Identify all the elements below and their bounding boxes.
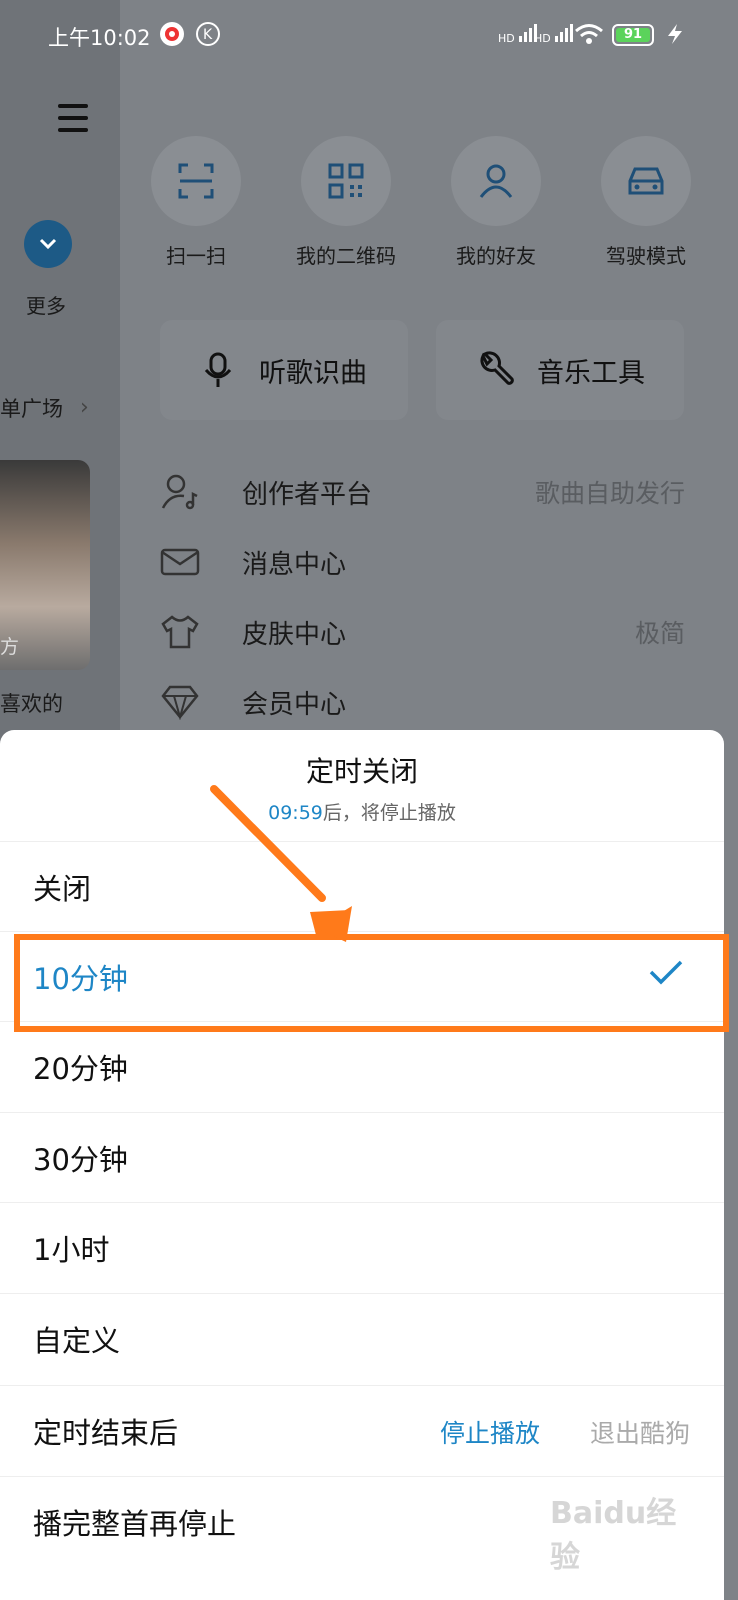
menu-label: 会员中心 bbox=[242, 689, 347, 720]
menu-message-center[interactable]: 消息中心 bbox=[160, 537, 685, 587]
after-end-row: 定时结束后 停止播放 退出酷狗 bbox=[0, 1385, 724, 1476]
hd-label-1: HD bbox=[498, 32, 515, 45]
timer-option-1hour[interactable]: 1小时 bbox=[0, 1202, 724, 1293]
shirt-icon bbox=[161, 615, 199, 649]
exit-app-choice[interactable]: 退出酷狗 bbox=[590, 1414, 690, 1450]
quick-action-label: 我的好友 bbox=[456, 244, 536, 268]
chevron-down-icon bbox=[39, 238, 57, 250]
after-end-label: 定时结束后 bbox=[33, 1416, 179, 1450]
quick-action-label: 我的二维码 bbox=[296, 244, 396, 268]
annotation-highlight-box bbox=[14, 934, 729, 1032]
qrcode-icon bbox=[328, 163, 364, 199]
sheet-title: 定时关闭 bbox=[305, 755, 418, 788]
menu-right-text: 极简 bbox=[634, 619, 685, 648]
finish-song-label: 播完整首再停止 bbox=[33, 1507, 237, 1541]
status-time: 上午10:02 bbox=[48, 26, 151, 50]
timer-option-custom[interactable]: 自定义 bbox=[0, 1293, 724, 1384]
diamond-icon bbox=[161, 685, 199, 720]
mic-icon bbox=[204, 352, 232, 387]
timer-option-20min[interactable]: 20分钟 bbox=[0, 1021, 724, 1112]
car-icon bbox=[628, 167, 664, 195]
quick-action-scan[interactable]: 扫一扫 bbox=[151, 136, 241, 269]
timer-close-sheet: 定时关闭 09:59后，将停止播放 关闭 10分钟 20分钟 30分钟 1小时 … bbox=[0, 730, 724, 1600]
scan-icon bbox=[178, 163, 214, 199]
timer-option-30min[interactable]: 30分钟 bbox=[0, 1112, 724, 1203]
quick-action-qrcode[interactable]: 我的二维码 bbox=[296, 136, 396, 269]
option-label: 30分钟 bbox=[33, 1143, 128, 1177]
quick-action-label: 驾驶模式 bbox=[606, 244, 686, 268]
remaining-suffix: 后，将停止播放 bbox=[322, 802, 456, 824]
battery-level: 91 bbox=[616, 28, 650, 42]
hd-label-2: HD bbox=[534, 32, 551, 45]
tool-label: 音乐工具 bbox=[537, 357, 645, 389]
user-icon bbox=[479, 164, 513, 198]
quick-action-friends[interactable]: 我的好友 bbox=[451, 136, 541, 269]
menu-label: 创作者平台 bbox=[242, 479, 373, 510]
battery-icon: 91 bbox=[612, 24, 654, 46]
tool-label: 听歌识曲 bbox=[259, 357, 367, 389]
wifi-icon bbox=[574, 22, 604, 46]
status-bar: 上午10:02 K HD HD 91 bbox=[0, 0, 738, 72]
charging-icon bbox=[664, 22, 688, 46]
baidu-watermark: Baidu经验 bbox=[550, 1488, 700, 1575]
quick-action-driving[interactable]: 驾驶模式 bbox=[601, 136, 691, 269]
mail-icon bbox=[160, 548, 200, 576]
record-icon bbox=[160, 22, 184, 46]
music-tools-card[interactable]: 音乐工具 bbox=[436, 320, 684, 420]
more-label: 更多 bbox=[26, 294, 66, 318]
more-button[interactable] bbox=[24, 220, 72, 268]
menu-skin-center[interactable]: 皮肤中心 极简 bbox=[160, 607, 685, 657]
sheet-subtitle: 09:59后，将停止播放 bbox=[0, 798, 724, 825]
quick-action-label: 扫一扫 bbox=[166, 244, 226, 268]
menu-vip-center[interactable]: 会员中心 bbox=[160, 677, 685, 727]
chevron-right-icon: › bbox=[80, 395, 89, 420]
signal-icon-2: HD bbox=[534, 22, 576, 45]
menu-label: 消息中心 bbox=[242, 549, 347, 580]
option-label: 1小时 bbox=[33, 1233, 110, 1267]
kugou-k-icon: K bbox=[196, 22, 220, 46]
wrench-icon bbox=[480, 351, 514, 385]
song-recognition-card[interactable]: 听歌识曲 bbox=[160, 320, 408, 420]
recommend-photo[interactable]: 方 bbox=[0, 460, 90, 670]
option-label: 自定义 bbox=[33, 1324, 121, 1358]
playlist-square-link[interactable]: 单广场 bbox=[0, 393, 63, 423]
photo-caption: 方 bbox=[0, 636, 20, 658]
timer-option-off[interactable]: 关闭 bbox=[0, 841, 724, 932]
guess-you-like-label: 喜欢的 bbox=[0, 692, 63, 716]
stop-playback-choice[interactable]: 停止播放 bbox=[440, 1414, 540, 1450]
creator-icon bbox=[161, 474, 198, 510]
menu-creator-platform[interactable]: 创作者平台 歌曲自助发行 bbox=[160, 467, 685, 517]
hamburger-menu-icon[interactable] bbox=[58, 104, 88, 140]
menu-label: 皮肤中心 bbox=[242, 619, 347, 650]
remaining-time: 09:59 bbox=[268, 802, 323, 824]
option-label: 20分钟 bbox=[33, 1052, 128, 1086]
option-label: 关闭 bbox=[33, 872, 92, 906]
menu-right-text: 歌曲自助发行 bbox=[534, 479, 685, 508]
svg-text:K: K bbox=[203, 27, 213, 43]
